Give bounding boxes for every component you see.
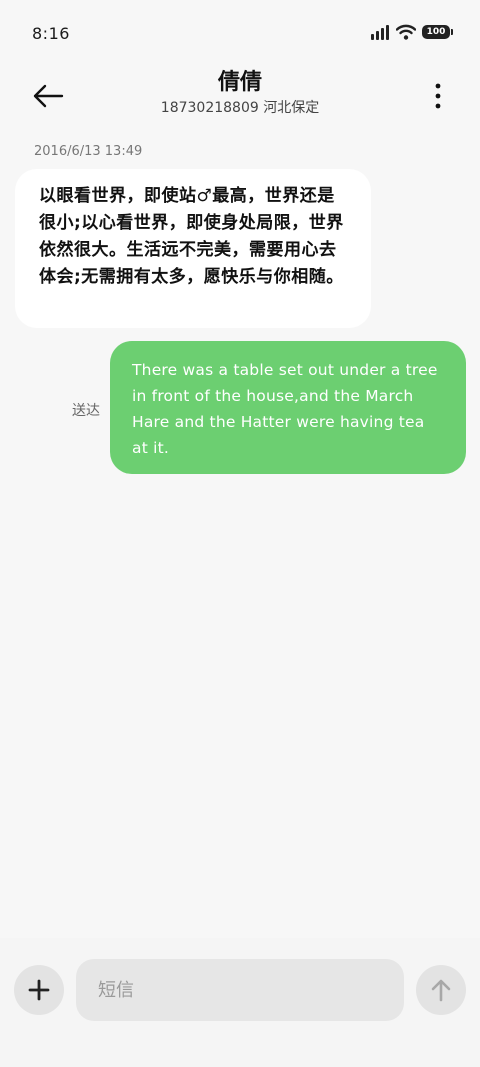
delivery-status: 送达 <box>72 403 100 419</box>
arrow-left-icon <box>33 84 64 108</box>
contact-name: 倩倩 <box>217 70 262 95</box>
send-button[interactable] <box>416 965 466 1015</box>
plus-icon <box>28 979 50 1001</box>
status-time: 8:16 <box>32 24 70 43</box>
contact-info[interactable]: 倩倩 18730218809 河北保定 <box>90 68 390 118</box>
more-vertical-icon <box>435 83 441 109</box>
sent-message-text: There was a table set out under a tree i… <box>132 361 438 457</box>
battery-level: 100 <box>426 27 446 37</box>
wifi-icon <box>396 24 416 40</box>
received-message-text: 以眼看世界，即使站♂最高，世界还是很小;以心看世界，即使身处局限，世界依然很大。… <box>39 186 344 287</box>
more-options-button[interactable] <box>426 78 450 114</box>
conversation-header: 倩倩 18730218809 河北保定 <box>0 66 480 126</box>
status-bar: 8:16 100 <box>0 0 480 66</box>
arrow-up-icon <box>431 979 451 1002</box>
message-timestamp: 2016/6/13 13:49 <box>34 144 143 159</box>
status-icons: 100 <box>370 24 453 40</box>
message-input[interactable] <box>76 959 404 1021</box>
contact-number-location: 18730218809 河北保定 <box>160 100 320 116</box>
sms-conversation-screen: 8:16 100 倩倩 18730218809 河北保定 2016/6/13 1… <box>0 0 480 1067</box>
signal-icon <box>371 25 389 40</box>
add-attachment-button[interactable] <box>14 965 64 1015</box>
back-button[interactable] <box>26 76 70 116</box>
sent-message-bubble[interactable]: There was a table set out under a tree i… <box>110 341 466 474</box>
battery-icon: 100 <box>422 25 453 39</box>
composer-bar <box>0 938 480 1067</box>
received-message-bubble[interactable]: 以眼看世界，即使站♂最高，世界还是很小;以心看世界，即使身处局限，世界依然很大。… <box>15 169 371 328</box>
